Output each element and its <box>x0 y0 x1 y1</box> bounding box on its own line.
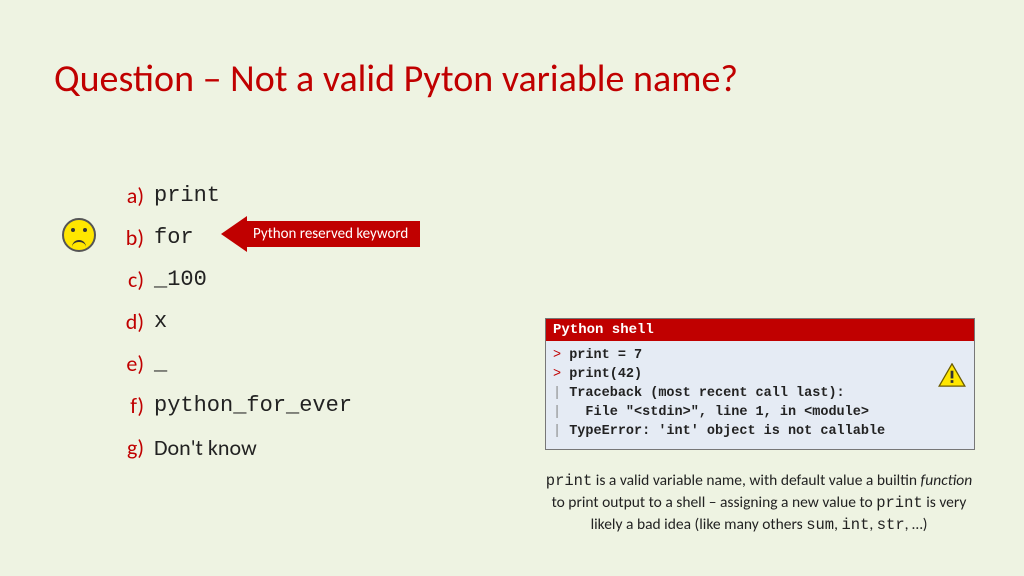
shell-line: > print(42) <box>553 365 967 384</box>
option-g: g) Don't know <box>108 427 352 469</box>
python-shell-panel: Python shell > print = 7 > print(42) | T… <box>545 318 975 450</box>
option-f: f) python_for_ever <box>108 385 352 427</box>
option-value: _100 <box>154 259 207 301</box>
arrow-left-icon <box>221 216 247 252</box>
option-letter: d) <box>108 301 154 343</box>
option-letter: f) <box>108 385 154 427</box>
option-letter: c) <box>108 259 154 301</box>
shell-line: | TypeError: 'int' object is not callabl… <box>553 422 967 441</box>
shell-title: Python shell <box>546 319 974 341</box>
shell-line: | Traceback (most recent call last): <box>553 384 967 403</box>
option-value: for <box>154 217 194 259</box>
option-value: _ <box>154 343 167 385</box>
warning-icon <box>938 363 966 387</box>
option-value: print <box>154 175 220 217</box>
option-d: d) x <box>108 301 352 343</box>
keyword-callout: Python reserved keyword <box>221 216 420 252</box>
page-title: Question – Not a valid Pyton variable na… <box>54 56 738 102</box>
option-a: a) print <box>108 175 352 217</box>
frown-face-icon <box>62 218 96 252</box>
callout-label: Python reserved keyword <box>247 221 420 247</box>
option-value: x <box>154 301 167 343</box>
option-letter: a) <box>108 175 154 217</box>
option-e: e) _ <box>108 343 352 385</box>
shell-line: > print = 7 <box>553 346 967 365</box>
option-letter: g) <box>108 427 154 469</box>
option-value: Don't know <box>154 427 257 469</box>
option-value: python_for_ever <box>154 385 352 427</box>
option-c: c) _100 <box>108 259 352 301</box>
explanation-note: print is a valid variable name, with def… <box>542 470 976 536</box>
option-letter: e) <box>108 343 154 385</box>
shell-body: > print = 7 > print(42) | Traceback (mos… <box>546 341 974 449</box>
shell-line: | File "<stdin>", line 1, in <module> <box>553 403 967 422</box>
option-letter: b) <box>108 217 154 259</box>
